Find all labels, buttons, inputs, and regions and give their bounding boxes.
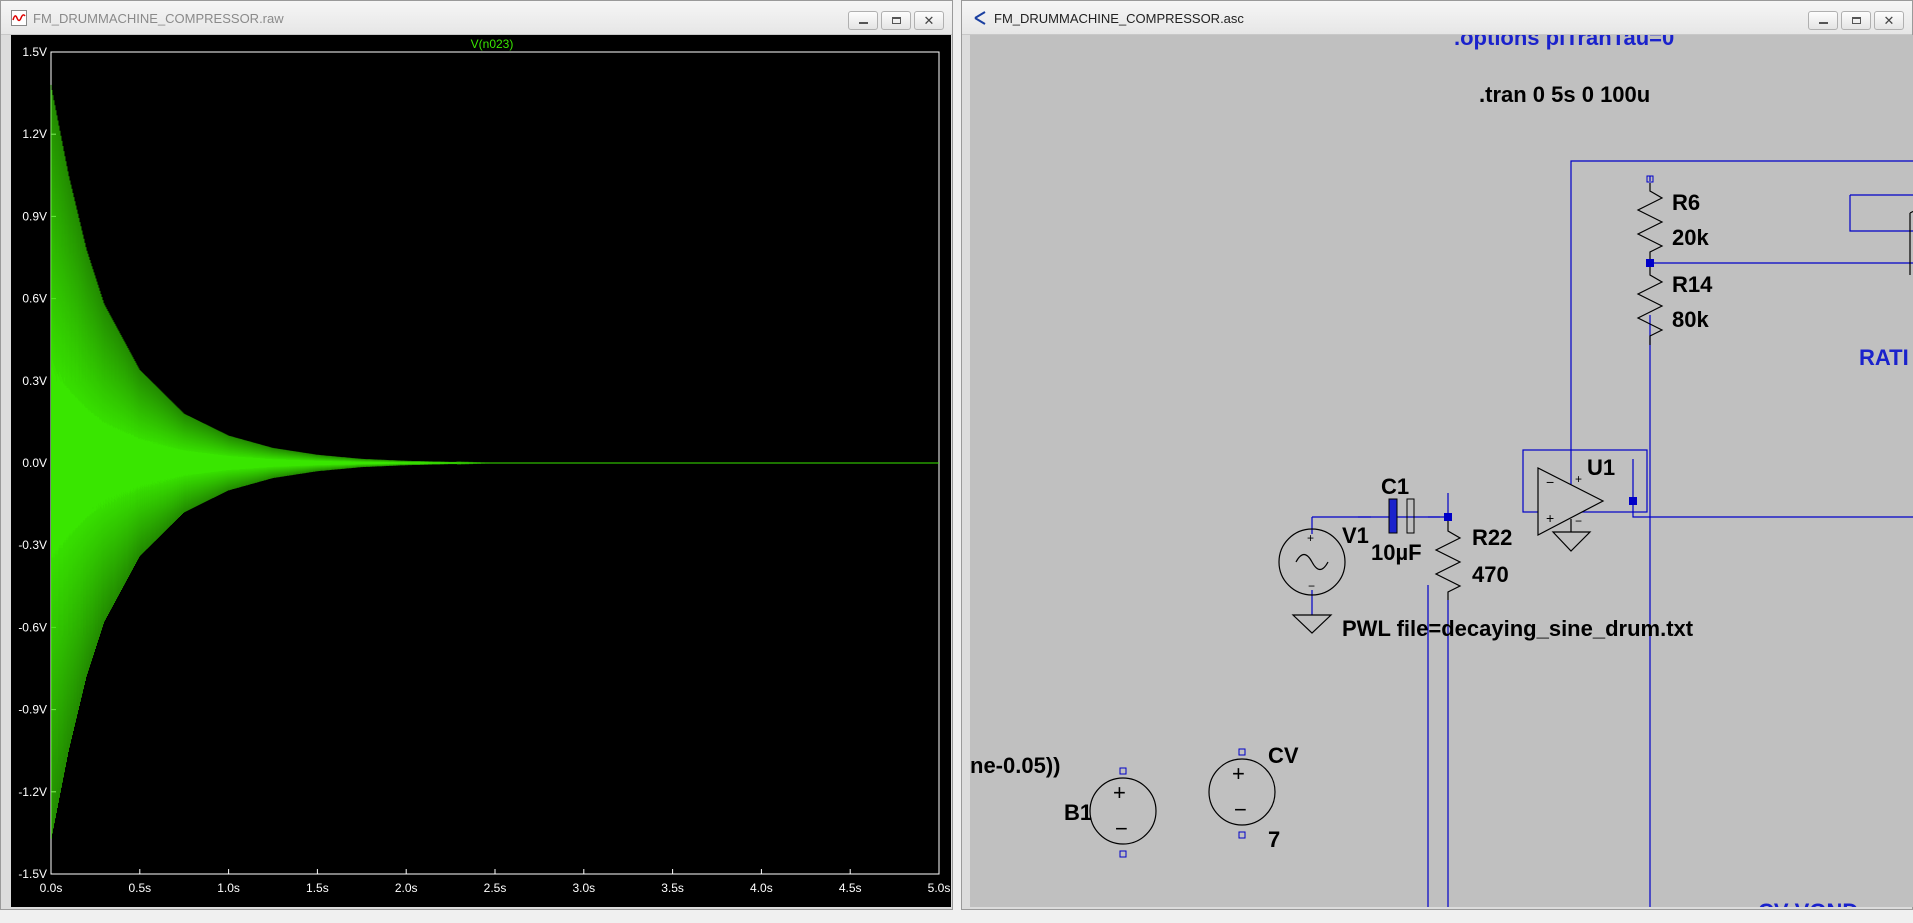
restore-icon — [891, 17, 901, 24]
b1-pin-bottom — [1119, 850, 1127, 858]
y-tick-label: 0.0V — [22, 456, 47, 470]
waveform-window-titlebar[interactable]: FM_DRUMMACHINE_COMPRESSOR.raw ✕ — [1, 1, 952, 35]
minimize-icon — [858, 22, 868, 24]
x-tick-label: 3.5s — [661, 881, 684, 895]
c1-node — [1444, 513, 1452, 521]
x-tick-label: 3.0s — [572, 881, 595, 895]
plot-pane[interactable]: V(n023) 1.5V 1.2V 0.9V 0.6V 0.3V 0.0V -0.3V -0.… — [11, 35, 951, 907]
b1-plus: + — [1113, 780, 1126, 805]
y-tick-label: -0.3V — [18, 538, 47, 552]
x-tick-label: 4.0s — [750, 881, 773, 895]
b1-minus: − — [1115, 816, 1128, 841]
junction-dot — [1646, 259, 1654, 267]
y-tick-label: 1.5V — [22, 45, 47, 59]
x-tick-label: 2.0s — [395, 881, 418, 895]
r22-ref[interactable]: R22 — [1472, 525, 1512, 550]
cv-value[interactable]: 7 — [1268, 827, 1280, 852]
r6-value[interactable]: 20k — [1672, 225, 1709, 250]
y-tick-label: 0.3V — [22, 374, 47, 388]
r14-ref[interactable]: R14 — [1672, 272, 1713, 297]
schematic-window-titlebar[interactable]: FM_DRUMMACHINE_COMPRESSOR.asc ✕ — [962, 1, 1912, 35]
restore-icon — [1851, 17, 1861, 24]
cv-pin-top — [1238, 748, 1246, 756]
c1-ref[interactable]: C1 — [1381, 474, 1409, 499]
tran-directive[interactable]: .tran 0 5s 0 100u — [1479, 82, 1650, 107]
r22-resistor[interactable] — [1434, 521, 1462, 600]
x-tick-label: 5.0s — [928, 881, 951, 895]
waveform-window[interactable]: FM_DRUMMACHINE_COMPRESSOR.raw ✕ V(n023) … — [0, 0, 953, 910]
ratio-label[interactable]: RATI — [1859, 345, 1909, 370]
window-title: FM_DRUMMACHINE_COMPRESSOR.raw — [33, 11, 284, 26]
c1-plate-right[interactable] — [1406, 498, 1415, 534]
close-icon: ✕ — [923, 13, 935, 28]
v1-value[interactable]: PWL file=decaying_sine_drum.txt — [1342, 616, 1694, 641]
b1-expression[interactable]: ne-0.05)) — [970, 753, 1060, 778]
b1-ref[interactable]: B1 — [1064, 800, 1092, 825]
x-tick-label: 1.5s — [306, 881, 329, 895]
u1-vplus: + — [1575, 472, 1582, 486]
v1-sine — [1295, 553, 1329, 571]
r6-ref[interactable]: R6 — [1672, 190, 1700, 215]
r6-resistor[interactable] — [1636, 183, 1664, 263]
y-tick-label: -1.5V — [18, 867, 47, 881]
cv-pin-bottom — [1238, 831, 1246, 839]
u1-output-node — [1629, 497, 1637, 505]
waveform-chart[interactable]: V(n023) 1.5V 1.2V 0.9V 0.6V 0.3V 0.0V -0.3V -0.… — [11, 35, 951, 907]
status-strip — [0, 910, 1913, 923]
v1-ground — [1291, 614, 1333, 634]
u1-vminus: − — [1575, 514, 1582, 528]
y-tick-label: 0.9V — [22, 209, 47, 223]
schematic-canvas[interactable]: .options plTranTau=0 .tran 0 5s 0 100u R… — [970, 35, 1913, 907]
restore-button[interactable] — [1841, 11, 1871, 30]
y-tick-label: -0.9V — [18, 703, 47, 717]
x-tick-label: 1.0s — [217, 881, 240, 895]
cv-ref[interactable]: CV — [1268, 743, 1299, 768]
close-button[interactable]: ✕ — [914, 11, 944, 30]
cv-minus: − — [1234, 797, 1247, 822]
schematic-icon — [974, 11, 986, 25]
minimize-button[interactable] — [848, 11, 878, 30]
trace-legend[interactable]: V(n023) — [471, 37, 514, 51]
window-title: FM_DRUMMACHINE_COMPRESSOR.asc — [994, 11, 1244, 26]
trace-v-n023[interactable] — [50, 84, 939, 839]
minimize-button[interactable] — [1808, 11, 1838, 30]
u1-ref[interactable]: U1 — [1587, 455, 1615, 480]
schematic-drawing[interactable]: .options plTranTau=0 .tran 0 5s 0 100u R… — [970, 35, 1913, 907]
y-tick-label: 0.6V — [22, 292, 47, 306]
r14-value[interactable]: 80k — [1672, 307, 1709, 332]
y-tick-label: 1.2V — [22, 127, 47, 141]
x-tick-label: 0.0s — [40, 881, 63, 895]
r22-value[interactable]: 470 — [1472, 562, 1509, 587]
u1-plus: + — [1546, 510, 1554, 526]
c1-plate-left[interactable] — [1388, 498, 1398, 534]
v1-plus: + — [1307, 531, 1314, 545]
close-icon: ✕ — [1883, 13, 1895, 28]
options-directive[interactable]: .options plTranTau=0 — [1454, 35, 1674, 50]
schematic-window[interactable]: FM_DRUMMACHINE_COMPRESSOR.asc ✕ .options… — [961, 0, 1913, 910]
restore-button[interactable] — [881, 11, 911, 30]
x-tick-label: 2.5s — [484, 881, 507, 895]
minimize-icon — [1818, 22, 1828, 24]
waveform-icon — [11, 10, 27, 26]
b1-pin-top — [1119, 767, 1127, 775]
x-tick-label: 4.5s — [839, 881, 862, 895]
y-tick-label: -0.6V — [18, 620, 47, 634]
cv-plus: + — [1232, 761, 1245, 786]
c1-value[interactable]: 10µF — [1371, 540, 1422, 565]
u1-minus: − — [1546, 474, 1554, 490]
v1-ref[interactable]: V1 — [1342, 523, 1369, 548]
close-button[interactable]: ✕ — [1874, 11, 1904, 30]
wires — [1311, 160, 1913, 907]
x-tick-label: 0.5s — [128, 881, 151, 895]
y-tick-label: -1.2V — [18, 785, 47, 799]
bottom-net-label[interactable]: CV VOND — [1758, 899, 1858, 907]
v1-minus: − — [1308, 579, 1315, 593]
